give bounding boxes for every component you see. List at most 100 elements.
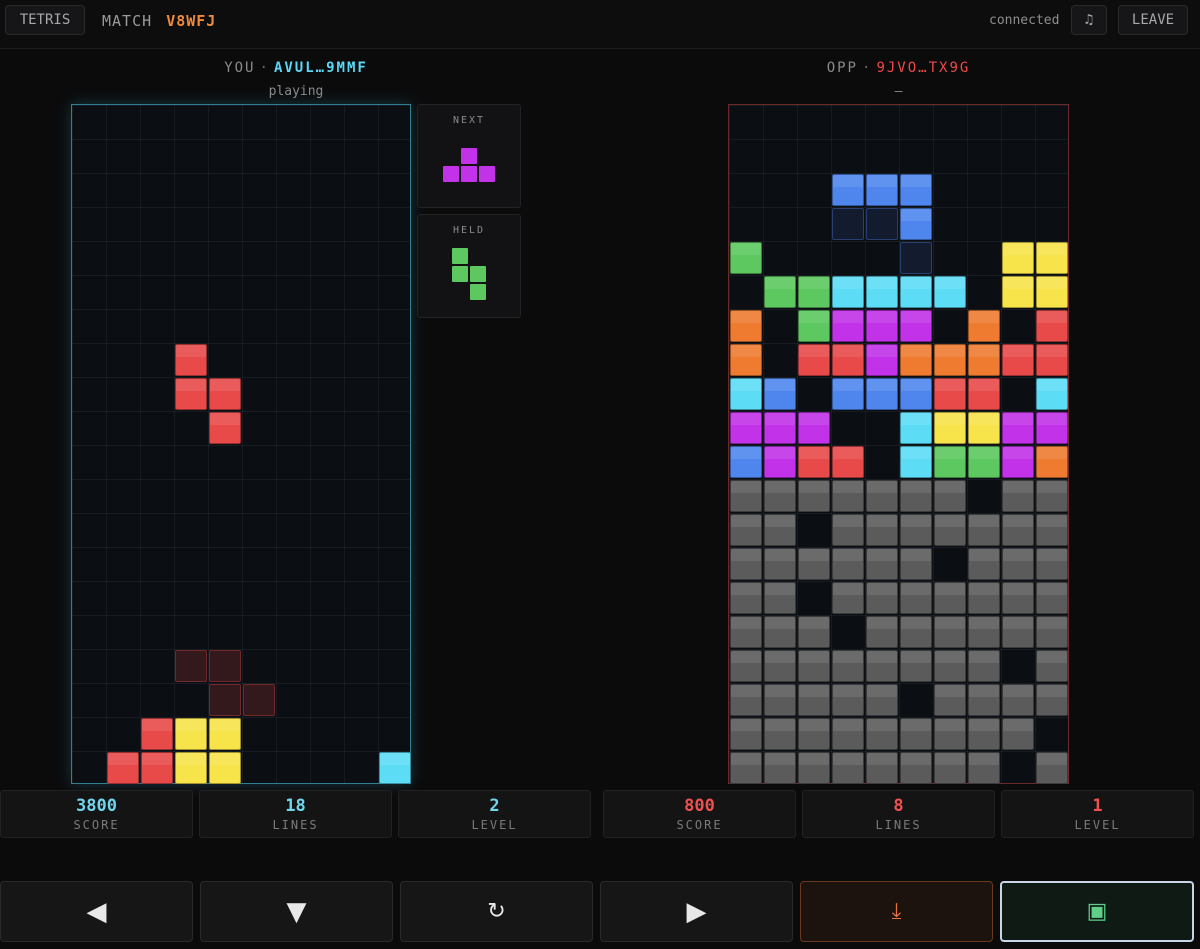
locked-block bbox=[968, 378, 1000, 410]
rotate-icon: ↻ bbox=[487, 899, 506, 924]
opponent-separator: · bbox=[862, 60, 873, 76]
garbage-block bbox=[730, 752, 762, 784]
garbage-block bbox=[764, 650, 796, 682]
move-left-button[interactable]: ◀ bbox=[0, 881, 193, 942]
opponent-id: 9JVO…TX9G bbox=[876, 60, 971, 76]
held-piece-block bbox=[470, 284, 486, 300]
ghost-block bbox=[866, 208, 898, 240]
garbage-block bbox=[764, 616, 796, 648]
locked-block bbox=[1002, 412, 1034, 444]
falling-piece-block bbox=[900, 174, 932, 206]
locked-block bbox=[866, 276, 898, 308]
garbage-block bbox=[798, 684, 830, 716]
held-piece-block bbox=[470, 266, 486, 282]
garbage-block bbox=[900, 480, 932, 512]
locked-block bbox=[900, 344, 932, 376]
next-piece-block bbox=[443, 166, 459, 182]
garbage-block bbox=[934, 718, 966, 750]
tetris-home-button[interactable]: TETRIS bbox=[5, 5, 85, 35]
held-piece-block bbox=[452, 248, 468, 264]
garbage-block bbox=[934, 514, 966, 546]
opponent-score-stat: 800 SCORE bbox=[603, 790, 796, 838]
stat-label: LINES bbox=[875, 818, 922, 832]
player-status: playing bbox=[268, 84, 324, 99]
music-icon: ♫ bbox=[1084, 12, 1094, 28]
soft-drop-button[interactable]: ▼ bbox=[200, 881, 393, 942]
opponent-level-stat: 1 LEVEL bbox=[1001, 790, 1194, 838]
garbage-block bbox=[1002, 514, 1034, 546]
garbage-block bbox=[832, 752, 864, 784]
hard-drop-icon: ⤓ bbox=[891, 899, 902, 924]
garbage-block bbox=[730, 718, 762, 750]
next-piece-block bbox=[461, 166, 477, 182]
active-piece-block bbox=[175, 378, 207, 410]
garbage-block bbox=[934, 480, 966, 512]
down-arrow-icon: ▼ bbox=[286, 896, 307, 927]
locked-block bbox=[1036, 446, 1068, 478]
garbage-block bbox=[798, 718, 830, 750]
hold-button[interactable]: ▣ bbox=[1000, 881, 1194, 942]
garbage-block bbox=[730, 650, 762, 682]
garbage-block bbox=[798, 650, 830, 682]
garbage-block bbox=[866, 548, 898, 580]
player-level-stat: 2 LEVEL bbox=[398, 790, 591, 838]
locked-block bbox=[832, 378, 864, 410]
locked-block bbox=[798, 276, 830, 308]
garbage-block bbox=[866, 650, 898, 682]
locked-block bbox=[141, 718, 173, 750]
garbage-block bbox=[1036, 480, 1068, 512]
stat-value: 8 bbox=[893, 796, 904, 816]
falling-piece-block bbox=[866, 174, 898, 206]
locked-block bbox=[968, 310, 1000, 342]
locked-block bbox=[832, 344, 864, 376]
garbage-block bbox=[1036, 548, 1068, 580]
locked-block bbox=[764, 378, 796, 410]
active-piece-block bbox=[209, 412, 241, 444]
stat-value: 800 bbox=[684, 796, 715, 816]
stat-label: LEVEL bbox=[1074, 818, 1121, 832]
locked-block bbox=[730, 446, 762, 478]
hard-drop-button[interactable]: ⤓ bbox=[800, 881, 993, 942]
match-indicator: MATCH V8WFJ bbox=[102, 12, 216, 30]
move-right-button[interactable]: ▶ bbox=[600, 881, 793, 942]
locked-block bbox=[1036, 310, 1068, 342]
locked-block bbox=[175, 718, 207, 750]
garbage-block bbox=[730, 548, 762, 580]
garbage-block bbox=[764, 514, 796, 546]
ghost-block bbox=[209, 684, 241, 716]
locked-block bbox=[934, 378, 966, 410]
garbage-block bbox=[832, 650, 864, 682]
active-piece-block bbox=[175, 344, 207, 376]
locked-block bbox=[832, 446, 864, 478]
opponent-status: – bbox=[894, 84, 903, 99]
locked-block bbox=[730, 378, 762, 410]
garbage-block bbox=[900, 548, 932, 580]
locked-block bbox=[832, 276, 864, 308]
garbage-block bbox=[1036, 514, 1068, 546]
active-piece-block bbox=[209, 378, 241, 410]
garbage-block bbox=[866, 514, 898, 546]
garbage-block bbox=[968, 514, 1000, 546]
garbage-block bbox=[900, 752, 932, 784]
garbage-block bbox=[730, 684, 762, 716]
locked-block bbox=[1002, 446, 1034, 478]
leave-button[interactable]: LEAVE bbox=[1118, 5, 1188, 35]
locked-block bbox=[730, 412, 762, 444]
locked-block bbox=[730, 242, 762, 274]
stat-value: 3800 bbox=[76, 796, 117, 816]
music-toggle-button[interactable]: ♫ bbox=[1071, 5, 1107, 35]
locked-block bbox=[798, 344, 830, 376]
locked-block bbox=[764, 412, 796, 444]
garbage-block bbox=[968, 548, 1000, 580]
locked-block bbox=[1036, 412, 1068, 444]
rotate-button[interactable]: ↻ bbox=[400, 881, 593, 942]
locked-block bbox=[1036, 276, 1068, 308]
garbage-block bbox=[866, 582, 898, 614]
next-piece-block bbox=[461, 148, 477, 164]
locked-block bbox=[209, 752, 241, 784]
garbage-block bbox=[832, 718, 864, 750]
locked-block bbox=[866, 310, 898, 342]
next-title: NEXT bbox=[452, 115, 486, 126]
opponent-lines-stat: 8 LINES bbox=[802, 790, 995, 838]
locked-block bbox=[968, 412, 1000, 444]
